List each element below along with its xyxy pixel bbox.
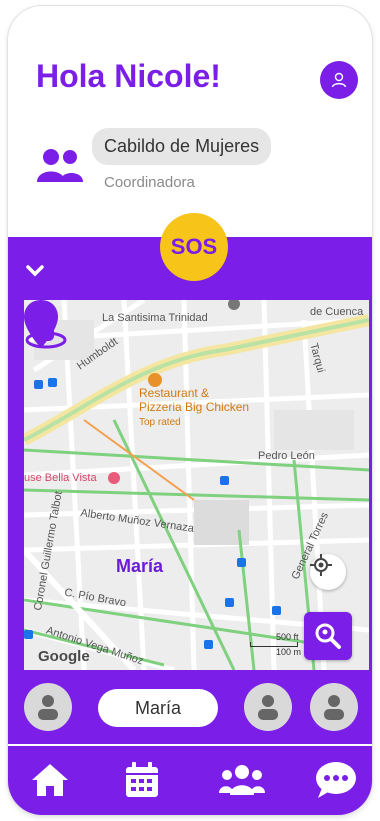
restaurant-name-line2: Pizzeria Big Chicken [139,400,250,414]
collapse-button[interactable] [22,258,48,284]
search-location-button[interactable] [304,612,352,660]
nav-chat-button[interactable] [312,756,360,804]
person-marker-icon[interactable] [24,300,68,350]
nav-calendar-button[interactable] [118,756,166,804]
map-scale: 500 ft 100 m [214,632,301,657]
scale-m: 100 m [276,647,302,657]
nav-divider [8,744,372,746]
greeting-title: Hola Nicole! [36,58,221,94]
my-location-button[interactable] [310,554,346,590]
user-role: Coordinadora [104,174,195,191]
user-icon [331,72,347,88]
contact-avatar[interactable] [244,683,292,731]
group-icon [37,149,83,182]
profile-button[interactable] [320,61,358,99]
restaurant-tag: Top rated [139,417,181,428]
phone-screen: Hola Nicole! Cabildo de Mujeres Coordina… [8,6,372,815]
map-label: use Bella Vista [24,472,97,484]
contact-avatar[interactable] [310,683,358,731]
nav-group-button[interactable] [218,756,266,804]
map-label: de Cuenca [310,306,364,318]
restaurant-marker-label[interactable]: Restaurant & Pizzeria Big Chicken Top ra… [139,386,249,430]
person-name-label: María [116,556,164,576]
map-label: Pedro León [258,450,315,462]
organization-chip[interactable]: Cabildo de Mujeres [92,128,272,165]
google-attribution: Google [38,648,90,665]
selected-contact-name[interactable]: María [98,689,218,727]
person-icon [258,695,278,720]
sos-button[interactable]: SOS [160,213,228,281]
nav-home-button[interactable] [26,756,74,804]
scale-ft: 500 ft [276,632,299,642]
map-label: La Santisima Trinidad [102,312,208,324]
search-location-icon [315,623,341,649]
person-icon [324,695,344,720]
calendar-icon [126,762,158,797]
home-icon [32,764,68,796]
person-icon [38,695,58,720]
crosshair-icon [310,554,332,576]
contact-avatar[interactable] [24,683,72,731]
chat-icon [316,762,356,798]
chevron-down-icon [26,265,44,277]
group-icon [219,765,265,795]
restaurant-name-line1: Restaurant & [139,386,210,400]
